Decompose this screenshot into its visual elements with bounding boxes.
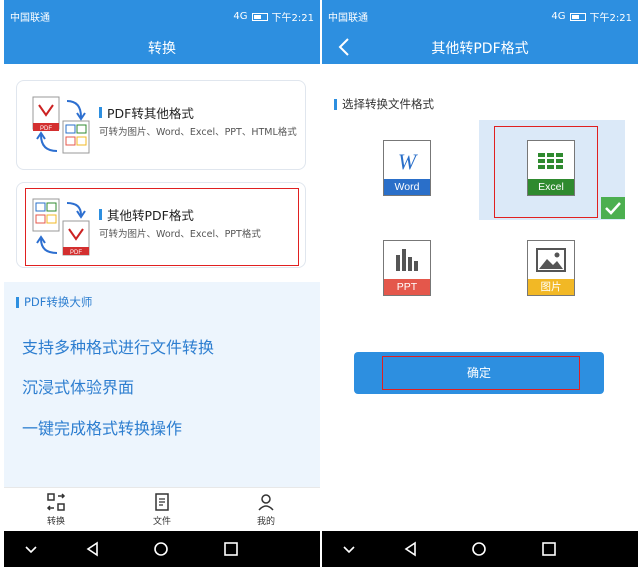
format-option-word[interactable]: W Word [383,140,431,196]
format-label: Excel [528,179,574,195]
recents-nav-icon[interactable] [540,540,558,558]
pdf-to-other-card[interactable]: PDF PDF转其他格式 可转为图片、Word、Excel、PPT、HTML格式 [16,80,306,170]
chevron-down-icon[interactable] [22,540,40,558]
system-nav-bar [322,531,638,567]
network-text: 4G [551,11,566,22]
ppt-icon [396,249,418,271]
excel-icon [538,153,563,169]
pdf-label: PDF [70,250,82,256]
back-nav-icon[interactable] [402,540,420,558]
battery-icon [251,12,268,21]
format-option-ppt[interactable]: PPT [383,240,431,296]
section-label: 选择转换文件格式 [334,96,434,112]
format-label: PPT [384,279,430,295]
carrier-text: 中国联通 [10,13,50,24]
status-bar: 中国联通 4G 下午2:21 [322,0,638,30]
other-to-pdf-screen: 中国联通 4G 下午2:21 其他转PDF格式 选择转换文件格式 W Word [322,0,638,567]
format-option-image[interactable]: 图片 [527,240,575,296]
chevron-down-icon[interactable] [340,540,358,558]
tab-files[interactable]: 文件 [132,492,192,527]
pdf-label: PDF [40,126,52,132]
checkmark-icon [601,197,625,219]
carrier-text: 中国联通 [328,13,368,24]
app-bar: 其他转PDF格式 [322,30,638,64]
user-icon [258,494,274,511]
card-description: 可转为图片、Word、Excel、PPT、HTML格式 [99,127,297,138]
tab-label: 我的 [256,517,275,527]
home-nav-icon[interactable] [470,540,488,558]
card-description: 可转为图片、Word、Excel、PPT格式 [99,229,261,240]
tab-convert[interactable]: 转换 [26,492,86,527]
confirm-button[interactable]: 确定 [354,352,604,394]
file-icon [155,493,169,511]
page-title: 转换 [148,41,176,57]
promo-section: PDF转换大师 支持多种格式进行文件转换 沉浸式体验界面 一键完成格式转换操作 [4,282,320,487]
time-text: 下午2:21 [589,13,632,24]
network-text: 4G [233,11,248,22]
status-icons: 4G 下午2:21 [233,9,314,24]
tab-label: 文件 [152,517,171,527]
bottom-tab-bar: 转换 文件 我的 [4,487,320,531]
tab-profile[interactable]: 我的 [236,492,296,527]
status-icons: 4G 下午2:21 [551,9,632,24]
format-option-excel[interactable]: Excel [527,140,575,196]
home-nav-icon[interactable] [152,540,170,558]
status-bar: 中国联通 4G 下午2:21 [4,0,320,30]
promo-line: 支持多种格式进行文件转换 [22,338,215,357]
recents-nav-icon[interactable] [222,540,240,558]
pdf-to-other-icon: PDF [32,96,90,154]
page-title: 其他转PDF格式 [431,41,529,57]
other-to-pdf-icon: PDF [32,198,90,256]
card-heading: 其他转PDF格式 [99,205,299,224]
format-label: 图片 [528,279,574,295]
tab-label: 转换 [46,517,65,527]
system-nav-bar [4,531,320,567]
promo-line: 一键完成格式转换操作 [22,419,183,438]
back-nav-icon[interactable] [84,540,102,558]
promo-label: PDF转换大师 [16,294,92,310]
battery-icon [569,12,586,21]
image-icon [536,248,566,272]
svg-text:W: W [398,149,418,174]
card-heading: PDF转其他格式 [99,103,299,122]
selection-highlight [382,356,580,390]
convert-icon [46,493,66,511]
format-label: Word [384,179,430,195]
word-icon: W [398,149,418,174]
convert-screen: 中国联通 4G 下午2:21 转换 PDF PDF转其他格式 可转为图片、Wor… [4,0,320,567]
app-bar: 转换 [4,30,320,64]
other-to-pdf-card[interactable]: PDF 其他转PDF格式 可转为图片、Word、Excel、PPT格式 [16,182,306,268]
time-text: 下午2:21 [271,13,314,24]
promo-line: 沉浸式体验界面 [22,378,135,397]
